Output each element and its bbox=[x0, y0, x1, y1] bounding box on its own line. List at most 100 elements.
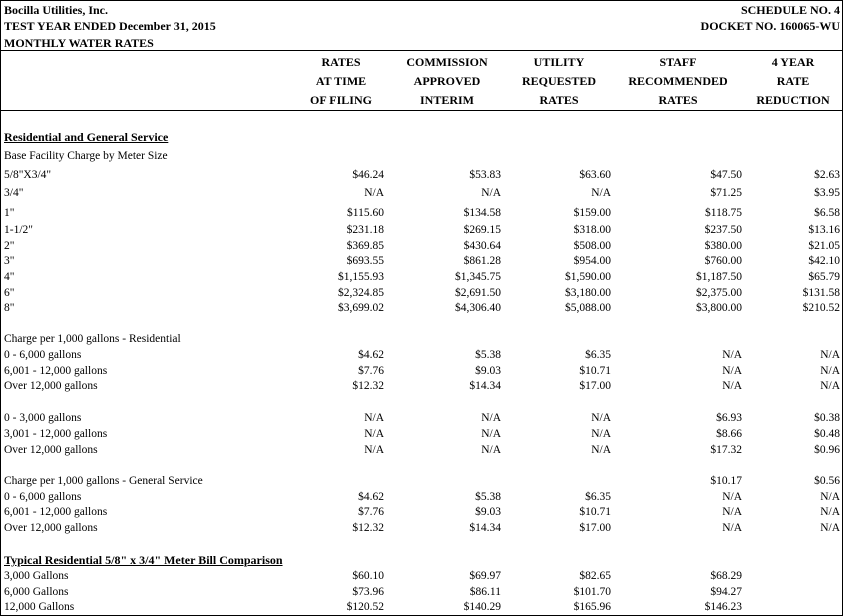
cell-value: $165.96 bbox=[573, 601, 611, 613]
table-row: Over 12,000 gallons $12.32 $14.34 $17.00 N/A… bbox=[1, 378, 842, 394]
cell-value: $140.29 bbox=[463, 601, 501, 613]
cell-value: N/A bbox=[722, 506, 742, 518]
row-label: 6,000 Gallons bbox=[4, 586, 69, 598]
cell-value: $159.00 bbox=[573, 207, 611, 219]
cell-value: $369.85 bbox=[346, 240, 384, 252]
cell-value: $71.25 bbox=[710, 187, 742, 199]
cell-value: $237.50 bbox=[704, 224, 742, 236]
cell-value: N/A bbox=[591, 187, 611, 199]
table-row: 3,001 - 12,000 gallons N/A N/A N/A $8.66 $0.4… bbox=[1, 426, 842, 442]
cell-value: $42.10 bbox=[808, 255, 840, 267]
cell-value: $231.18 bbox=[346, 224, 384, 236]
section-heading: Residential and General Service bbox=[4, 130, 169, 144]
row-label: 3,000 Gallons bbox=[4, 570, 69, 582]
cell-value: $430.64 bbox=[463, 240, 501, 252]
table-row: 6" $2,324.85 $2,691.50 $3,180.00 $2,375.00 $1… bbox=[1, 285, 842, 301]
cell-value: N/A bbox=[820, 522, 840, 534]
cell-value: $115.60 bbox=[347, 207, 384, 219]
table-row: Over 12,000 gallons $12.32 $14.34 $17.00 N/A… bbox=[1, 520, 842, 536]
cell-value: N/A bbox=[820, 380, 840, 392]
cell-value: $146.23 bbox=[704, 601, 742, 613]
cell-value: $68.29 bbox=[710, 570, 742, 582]
cell-value: $131.58 bbox=[802, 287, 840, 299]
cell-value: N/A bbox=[364, 428, 384, 440]
cell-value: $4.62 bbox=[358, 349, 384, 361]
cell-value: $120.52 bbox=[346, 601, 384, 613]
cell-value: $0.96 bbox=[814, 444, 840, 456]
column-header-commission-interim: COMMISSION APPROVED INTERIM bbox=[406, 55, 488, 107]
cell-value: $693.55 bbox=[346, 255, 384, 267]
cell-value: $118.75 bbox=[705, 207, 742, 219]
cell-value: $8.66 bbox=[716, 428, 742, 440]
table-row: 3/4" N/A N/A N/A $71.25 $3.95 bbox=[1, 185, 842, 201]
table-row: Over 12,000 gallons N/A N/A N/A $17.32 $0.96 bbox=[1, 442, 842, 458]
cell-value: $4,306.40 bbox=[455, 302, 501, 314]
column-header-utility-requested: UTILITY REQUESTED RATES bbox=[521, 55, 597, 107]
docket-number: DOCKET NO. 160065-WU bbox=[700, 19, 840, 33]
cell-value: N/A bbox=[820, 349, 840, 361]
cell-value: $1,590.00 bbox=[565, 271, 611, 283]
page-title: MONTHLY WATER RATES bbox=[4, 36, 154, 50]
cell-value: N/A bbox=[722, 349, 742, 361]
cell-value: $10.71 bbox=[579, 365, 611, 377]
table-row: 0 - 6,000 gallons $4.62 $5.38 $6.35 N/A N/A bbox=[1, 347, 842, 363]
table-row: 1" $115.60 $134.58 $159.00 $118.75 $6.58 bbox=[1, 205, 842, 221]
cell-value: $5.38 bbox=[475, 491, 501, 503]
cell-value: $6.58 bbox=[814, 207, 840, 219]
row-label: 0 - 6,000 gallons bbox=[4, 491, 82, 503]
cell-value: $17.32 bbox=[710, 444, 742, 456]
cell-value: $13.16 bbox=[808, 224, 840, 236]
cell-value: $3,180.00 bbox=[565, 287, 611, 299]
cell-value: $3.95 bbox=[814, 187, 840, 199]
row-label: 12,000 Gallons bbox=[4, 601, 75, 613]
table-row: 0 - 3,000 gallons N/A N/A N/A $6.93 $0.38 bbox=[1, 410, 842, 426]
row-label: Over 12,000 gallons bbox=[4, 522, 98, 534]
cell-value: $269.15 bbox=[463, 224, 501, 236]
cell-value: $4.62 bbox=[358, 491, 384, 503]
cell-value: $2,691.50 bbox=[455, 287, 501, 299]
cell-value: $2.63 bbox=[814, 169, 840, 181]
row-label: 6" bbox=[4, 287, 15, 299]
cell-value: $17.00 bbox=[579, 522, 611, 534]
row-label: 3/4" bbox=[4, 187, 24, 199]
cell-value: $2,324.85 bbox=[338, 287, 384, 299]
table-row: 3" $693.55 $861.28 $954.00 $760.00 $42.10 bbox=[1, 253, 842, 269]
cell-value: N/A bbox=[481, 412, 501, 424]
subsection-heading-general: Charge per 1,000 gallons - General Servi… bbox=[4, 475, 840, 487]
rate-schedule-page: Bocilla Utilities, Inc. TEST YEAR ENDED … bbox=[0, 0, 843, 616]
table-row: 8" $3,699.02 $4,306.40 $5,088.00 $3,800.00 $2… bbox=[1, 300, 842, 316]
column-header-rates-at-filing: RATES AT TIME OF FILING bbox=[310, 55, 372, 107]
cell-value: $508.00 bbox=[573, 240, 611, 252]
row-label: 2" bbox=[4, 240, 15, 252]
cell-value: $1,187.50 bbox=[696, 271, 742, 283]
cell-value: $2,375.00 bbox=[696, 287, 742, 299]
cell-value: $63.60 bbox=[579, 169, 611, 181]
cell-value: N/A bbox=[591, 428, 611, 440]
cell-value: $5,088.00 bbox=[565, 302, 611, 314]
cell-value: $1,155.93 bbox=[338, 271, 384, 283]
cell-value: $9.03 bbox=[475, 506, 501, 518]
row-label: 6,001 - 12,000 gallons bbox=[4, 365, 108, 377]
cell-value: $46.24 bbox=[352, 169, 384, 181]
cell-value: $6.35 bbox=[585, 349, 611, 361]
table-row: 3,000 Gallons $60.10 $69.97 $82.65 $68.29 bbox=[1, 568, 842, 584]
cell-value: $5.38 bbox=[475, 349, 501, 361]
cell-value: $86.11 bbox=[469, 586, 501, 598]
row-label: 5/8"X3/4" bbox=[4, 169, 52, 181]
cell-value: $101.70 bbox=[573, 586, 611, 598]
cell-value: N/A bbox=[481, 187, 501, 199]
row-label: 0 - 6,000 gallons bbox=[4, 349, 82, 361]
cell-value: N/A bbox=[722, 491, 742, 503]
cell-value: N/A bbox=[820, 506, 840, 518]
row-label: 8" bbox=[4, 302, 15, 314]
header-rule-bottom bbox=[1, 110, 842, 111]
cell-value: $6.93 bbox=[716, 412, 742, 424]
cell-value: $861.28 bbox=[463, 255, 501, 267]
company-name: Bocilla Utilities, Inc. bbox=[4, 3, 108, 17]
cell-value: $14.34 bbox=[469, 380, 501, 392]
cell-value: $318.00 bbox=[573, 224, 611, 236]
schedule-number: SCHEDULE NO. 4 bbox=[740, 3, 840, 17]
cell-value: $60.10 bbox=[352, 570, 384, 582]
cell-value: N/A bbox=[722, 380, 742, 392]
cell-value: $0.38 bbox=[814, 412, 840, 424]
